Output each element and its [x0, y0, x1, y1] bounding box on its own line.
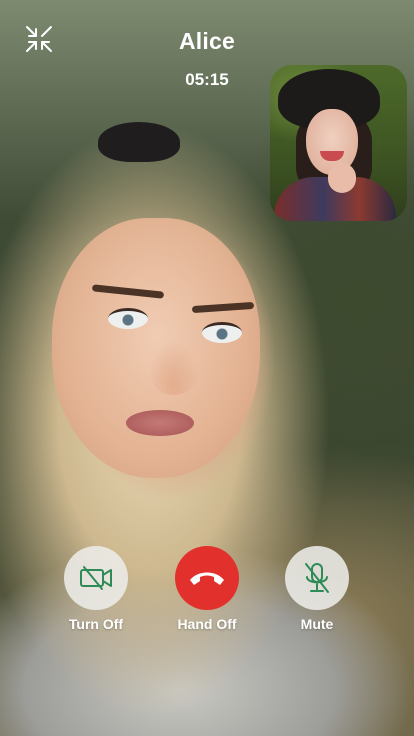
- remote-video-detail: [98, 122, 180, 162]
- remote-video-detail: [108, 308, 148, 329]
- remote-video-detail: [148, 340, 200, 395]
- mute-control: Mute: [272, 546, 362, 632]
- hangup-control: Hand Off: [162, 546, 252, 632]
- phone-hangup-icon: [190, 572, 224, 585]
- video-off-icon: [80, 566, 112, 590]
- self-view-detail: [328, 163, 356, 193]
- hang-up-label: Hand Off: [177, 616, 237, 632]
- remote-video-detail: [202, 322, 242, 343]
- video-toggle-control: Turn Off: [51, 546, 141, 632]
- caller-name: Alice: [179, 28, 235, 54]
- call-controls: Turn Off Hand Off Mute: [0, 546, 414, 636]
- turn-off-video-button[interactable]: [64, 546, 128, 610]
- turn-off-video-label: Turn Off: [68, 616, 124, 632]
- hang-up-button[interactable]: [175, 546, 239, 610]
- remote-video-detail: [126, 410, 194, 436]
- mute-button[interactable]: [285, 546, 349, 610]
- video-call-screen: Alice 05:15 Turn Off Hand Off Mute: [0, 0, 414, 736]
- self-view-preview[interactable]: [270, 65, 407, 221]
- mic-off-icon: [305, 563, 329, 593]
- mute-label: Mute: [300, 616, 334, 632]
